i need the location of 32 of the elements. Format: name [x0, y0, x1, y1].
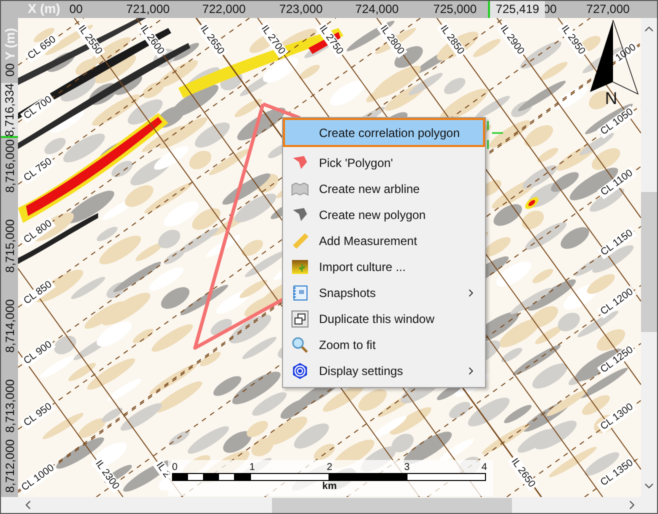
north-label: N: [605, 90, 618, 108]
menu-item[interactable]: Snapshots: [285, 280, 483, 306]
axis-tick-label: 8,716,000: [2, 139, 18, 193]
menu-item[interactable]: Create correlation polygon: [283, 118, 485, 147]
axis-tick-label: 8,715,000: [2, 219, 18, 273]
axis-tick-label: 8,712,000: [2, 439, 18, 493]
menu-item[interactable]: Pick 'Polygon': [285, 150, 483, 176]
menu-item[interactable]: Import culture ...: [285, 254, 483, 280]
scale-tick-label: 0: [172, 462, 178, 473]
axis-tick-label: 00: [2, 63, 18, 77]
menu-item[interactable]: Create new arbline: [285, 176, 483, 202]
axis-tick-label: 722,000: [202, 1, 246, 17]
axis-tick-label: 8,714,000: [2, 299, 18, 353]
scale-unit-label: km: [322, 481, 337, 493]
scale-tick-label: 2: [326, 462, 332, 473]
scale-tick-label: 3: [404, 462, 410, 473]
axis-tick-label: 721,000: [126, 1, 170, 17]
menu-item[interactable]: Display settings: [285, 358, 483, 384]
menu-item[interactable]: Duplicate this window: [285, 306, 483, 332]
cursor-readout: 8,716,334: [1, 83, 18, 138]
cursor-readout: 725,419: [488, 1, 545, 18]
axis-tick-label: 727,000: [586, 1, 630, 17]
scale-tick-label: 4: [481, 462, 487, 473]
axis-tick-label: 723,000: [279, 1, 323, 17]
menu-item[interactable]: Add Measurement: [285, 228, 483, 254]
scale-tick-label: 1: [249, 462, 255, 473]
menu-item[interactable]: Create new polygon: [285, 202, 483, 228]
axis-tick-label: 724,000: [355, 1, 399, 17]
axis-tick-label: 00: [69, 1, 83, 17]
menu-item[interactable]: Zoom to fit: [285, 332, 483, 358]
axis-tick-label: 725,000: [433, 1, 477, 17]
axis-tick-label: 8,713,000: [2, 379, 18, 433]
